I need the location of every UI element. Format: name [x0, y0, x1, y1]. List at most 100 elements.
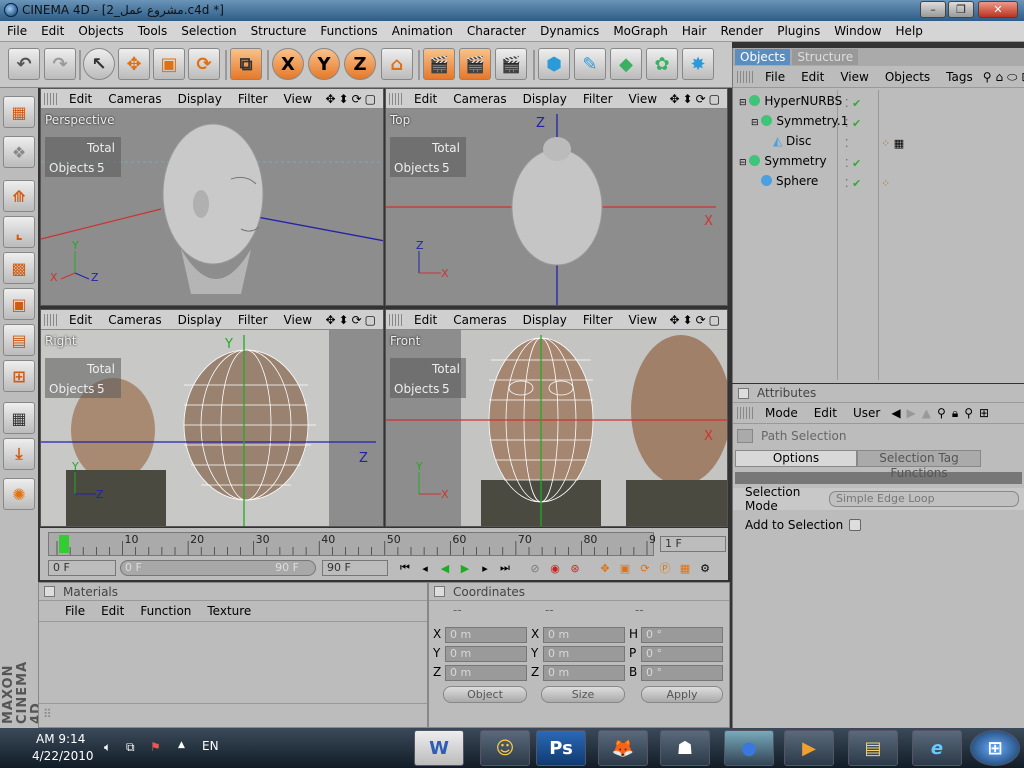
render-picture-viewer-icon[interactable]: 🎬 — [459, 48, 491, 80]
menu-structure[interactable]: Structure — [244, 21, 314, 42]
model-mode-icon[interactable]: ⧉ — [230, 48, 262, 80]
drag-grip-icon[interactable] — [737, 70, 753, 83]
size-y-field[interactable]: 0 m — [543, 646, 625, 662]
menu-mograph[interactable]: MoGraph — [606, 21, 675, 42]
object-row-hypernurbs[interactable]: ⊟ HyperNURBS — [739, 92, 842, 111]
x-axis-lock-icon[interactable]: X — [272, 48, 304, 80]
viewport-menu-edit[interactable]: Edit — [406, 92, 445, 106]
zbrush-taskbar-icon[interactable]: ☗ — [660, 730, 710, 766]
photoshop-taskbar-icon[interactable]: Ps — [536, 730, 586, 766]
tab-structure[interactable]: Structure — [792, 49, 859, 65]
minimize-button[interactable]: – — [920, 1, 946, 18]
menu-window[interactable]: Window — [827, 21, 888, 42]
apply-button[interactable]: Apply — [641, 686, 723, 703]
workplane-mode-icon[interactable]: ⊞ — [3, 360, 35, 392]
object-row-disc[interactable]: ◭ Disc — [773, 132, 811, 151]
add-to-selection-checkbox[interactable] — [849, 519, 862, 531]
record-off-icon[interactable]: ⊘ — [526, 562, 544, 575]
menu-file[interactable]: File — [0, 21, 34, 42]
key-scale-icon[interactable]: ▣ — [616, 562, 634, 575]
panel-toggle-checkbox[interactable] — [738, 387, 749, 399]
undo-icon[interactable]: ↶ — [8, 48, 40, 80]
go-to-start-icon[interactable]: ⏮ — [396, 561, 414, 575]
position-x-field[interactable]: 0 m — [445, 627, 527, 643]
viewport-menu-cameras[interactable]: Cameras — [100, 92, 169, 106]
cube-primitive-icon[interactable]: ⬢ — [538, 48, 570, 80]
y-axis-lock-icon[interactable]: Y — [308, 48, 340, 80]
drag-grip-icon[interactable] — [44, 313, 58, 326]
menu-hair[interactable]: Hair — [675, 21, 714, 42]
go-to-end-icon[interactable]: ⏭ — [496, 561, 514, 575]
object-row-sphere[interactable]: Sphere — [761, 172, 818, 191]
internet-explorer-taskbar-icon[interactable]: e — [912, 730, 962, 766]
attributes-menu-mode[interactable]: Mode — [757, 403, 806, 423]
viewport-menu-display[interactable]: Display — [170, 92, 230, 106]
cinema4d-taskbar-icon[interactable]: ● — [724, 730, 774, 766]
viewport-menu-edit[interactable]: Edit — [406, 313, 445, 327]
explorer-taskbar-icon[interactable]: ▤ — [848, 730, 898, 766]
redo-icon[interactable]: ↷ — [44, 48, 76, 80]
spline-pen-icon[interactable]: ✎ — [574, 48, 606, 80]
texture-tag-icon[interactable]: ▦ — [894, 137, 904, 150]
render-view-icon[interactable]: 🎬 — [423, 48, 455, 80]
end-frame-field[interactable]: 90 F — [322, 560, 388, 576]
viewport-menu-filter[interactable]: Filter — [575, 313, 621, 327]
clock-date[interactable]: 4/22/2010 — [32, 749, 94, 763]
volume-icon[interactable]: 🔈︎ — [104, 740, 111, 755]
network-icon[interactable]: ⧉ — [126, 740, 135, 755]
materials-menu-texture[interactable]: Texture — [199, 601, 259, 621]
rotation-p-field[interactable]: 0 ° — [641, 646, 723, 662]
visibility-dots-icon[interactable]: ⁚ — [845, 134, 861, 154]
edges-mode-icon[interactable]: ▩ — [3, 252, 35, 284]
visibility-dots-icon[interactable]: ⁚ ✔ — [845, 154, 861, 174]
viewport-nav-icons[interactable]: ✥⬍⟳▢ — [325, 313, 379, 327]
clock-time[interactable]: AM 9:14 — [36, 732, 85, 746]
record-icon[interactable]: ◉ — [546, 562, 564, 575]
move-tool-icon[interactable]: ✥ — [118, 48, 150, 80]
rotate-tool-icon[interactable]: ⟳ — [188, 48, 220, 80]
viewport-menu-cameras[interactable]: Cameras — [445, 313, 514, 327]
viewport-front[interactable]: Edit Cameras Display Filter View ✥⬍⟳▢ X … — [385, 309, 728, 527]
texture-mode-icon[interactable]: ▤ — [3, 324, 35, 356]
menu-edit[interactable]: Edit — [34, 21, 71, 42]
objects-menu-edit[interactable]: Edit — [793, 67, 832, 87]
viewport-menu-view[interactable]: View — [276, 92, 320, 106]
position-y-field[interactable]: 0 m — [445, 646, 527, 662]
preview-range-slider[interactable]: 0 F 90 F — [120, 560, 316, 576]
viewport-menu-view[interactable]: View — [621, 313, 665, 327]
key-position-icon[interactable]: ✥ — [596, 562, 614, 575]
viewport-menu-edit[interactable]: Edit — [61, 313, 100, 327]
new-window-icon[interactable]: ⊞ — [1019, 67, 1024, 87]
materials-menu-function[interactable]: Function — [132, 601, 199, 621]
viewport-menu-edit[interactable]: Edit — [61, 92, 100, 106]
viewport-perspective[interactable]: Edit Cameras Display Filter View ✥⬍⟳▢ Y … — [40, 88, 384, 306]
objects-menu-objects[interactable]: Objects — [877, 67, 938, 87]
forward-arrow-icon[interactable]: ▶ — [904, 403, 919, 423]
attributes-menu-user[interactable]: User — [845, 403, 888, 423]
objects-menu-tags[interactable]: Tags — [938, 67, 981, 87]
rotation-h-field[interactable]: 0 ° — [641, 627, 723, 643]
viewport-menu-view[interactable]: View — [621, 92, 665, 106]
viewport-menu-display[interactable]: Display — [170, 313, 230, 327]
drag-grip-icon[interactable] — [737, 407, 753, 419]
lock-icon[interactable]: 🔒︎ — [949, 403, 961, 423]
size-mode-select[interactable]: Size — [541, 686, 625, 703]
viewport-menu-filter[interactable]: Filter — [230, 313, 276, 327]
viewport-menu-filter[interactable]: Filter — [230, 92, 276, 106]
size-z-field[interactable]: 0 m — [543, 665, 625, 681]
object-row-symmetry[interactable]: ⊟ Symmetry — [739, 152, 827, 171]
drag-grip-icon[interactable] — [44, 92, 58, 105]
object-row-symmetry1[interactable]: ⊟ Symmetry.1 — [751, 112, 848, 131]
viewport-nav-icons[interactable]: ✥⬍⟳▢ — [669, 92, 723, 106]
viewport-menu-cameras[interactable]: Cameras — [100, 313, 169, 327]
key-rotation-icon[interactable]: ⟳ — [636, 562, 654, 575]
viewport-menu-display[interactable]: Display — [515, 313, 575, 327]
visibility-dots-icon[interactable]: ⁚ ✔ — [845, 114, 861, 134]
link-icon[interactable]: ⬭ — [1005, 67, 1019, 87]
sculpt-tool-icon[interactable]: ✺ — [3, 478, 35, 510]
tab-selection-tag-functions[interactable]: Selection Tag Functions — [857, 449, 981, 480]
home-icon[interactable]: ⌂ — [994, 67, 1006, 87]
up-arrow-icon[interactable]: ▲ — [919, 403, 934, 423]
live-selection-icon[interactable]: ↖ — [83, 48, 115, 80]
coordinate-mode-select[interactable]: Object — [443, 686, 527, 703]
